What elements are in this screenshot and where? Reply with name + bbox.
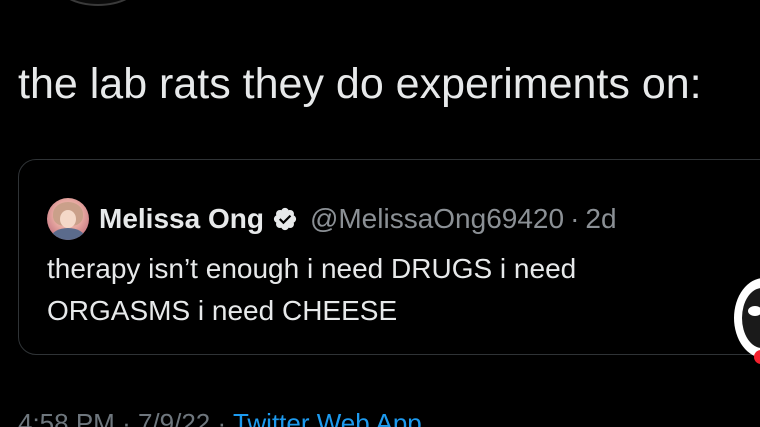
tweet-text: the lab rats they do experiments on: (18, 60, 702, 108)
verified-badge-icon (273, 207, 297, 231)
quoted-tweet-card[interactable]: Melissa Ong @MelissaOng69420 · 2d therap… (18, 159, 760, 355)
quoted-tweet-time[interactable]: 2d (585, 203, 616, 235)
notification-dot-icon (754, 350, 760, 364)
quoted-tweet-header: Melissa Ong @MelissaOng69420 · 2d (47, 198, 617, 240)
quoted-author-name[interactable]: Melissa Ong (99, 203, 264, 235)
footer-dot-2: · (217, 408, 227, 427)
footer-dot: · (122, 408, 131, 427)
tweet-time[interactable]: 4:58 PM (18, 408, 115, 427)
quoted-tweet-line-1: therapy isn’t enough i need DRUGS i need (47, 253, 577, 284)
tweet-date[interactable]: 7/9/22 (138, 408, 210, 427)
quoted-author-avatar[interactable] (47, 198, 89, 240)
author-avatar-partial[interactable] (56, 0, 140, 6)
dot-separator: · (570, 203, 580, 234)
quoted-tweet-body: therapy isn’t enough i need DRUGS i need… (47, 248, 576, 332)
tweet-source-link[interactable]: Twitter Web App (233, 408, 422, 427)
quoted-tweet-line-2: ORGASMS i need CHEESE (47, 295, 398, 326)
quoted-author-handle[interactable]: @MelissaOng69420 (310, 203, 564, 235)
tweet-footer: 4:58 PM · 7/9/22 · Twitter Web App (18, 408, 422, 427)
